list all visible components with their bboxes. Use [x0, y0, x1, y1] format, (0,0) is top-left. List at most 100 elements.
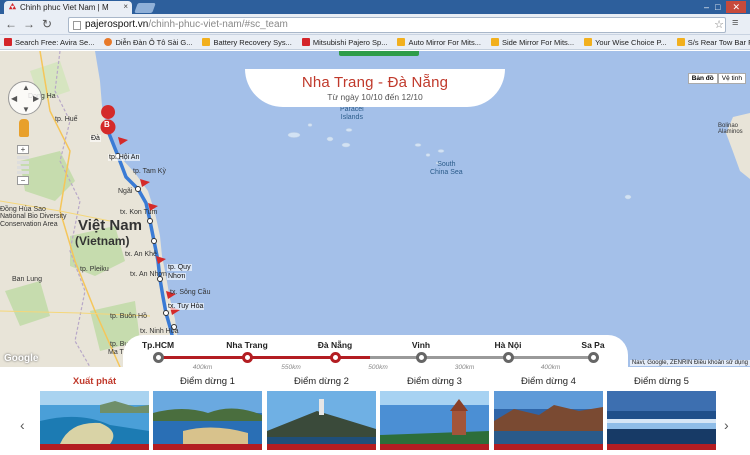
timeline-stop-dot[interactable]: [503, 352, 514, 363]
bookmark-item[interactable]: S/s Rear Tow Bar For...: [676, 38, 750, 47]
url-path: /chinh-phuc-viet-nam/#sc_team: [148, 19, 288, 30]
paracel-label: Paracel Islands: [340, 106, 364, 121]
route-waypoint[interactable]: [151, 238, 157, 244]
bookmark-item[interactable]: Diễn Đàn Ô Tô Sài G...: [104, 38, 192, 47]
zoom-in-button[interactable]: +: [17, 145, 29, 154]
reload-icon[interactable]: ↻: [40, 17, 54, 31]
bookmark-item[interactable]: Side Mirror For Mits...: [490, 37, 575, 47]
map-place-label: tp. Quy: [167, 264, 192, 271]
map-place-label: tx. Ninh Hòa: [140, 328, 179, 335]
map-place-label: tp. Huế: [55, 116, 78, 123]
back-arrow-icon[interactable]: ←: [4, 17, 18, 31]
stop-card[interactable]: Điểm dừng 5: [607, 375, 716, 450]
island-shape: [341, 142, 351, 148]
timeline-stop-dot[interactable]: [153, 352, 164, 363]
stop-card-footer: [607, 444, 716, 450]
new-tab-button[interactable]: [134, 3, 156, 13]
carousel-next-arrow-icon[interactable]: ›: [724, 417, 729, 433]
map-place-label: Đà: [90, 135, 101, 142]
timeline-stop-label[interactable]: Tp.HCM: [142, 340, 174, 350]
stop-card-photo: [494, 391, 603, 444]
island-shape: [425, 153, 431, 157]
avira-icon: [4, 38, 12, 46]
route-waypoint[interactable]: [135, 186, 141, 192]
google-logo: Google: [4, 353, 39, 364]
stop-card-photo: [607, 391, 716, 444]
forum-icon: [104, 38, 113, 46]
stop-card-title: Điểm dừng 5: [634, 376, 689, 387]
bookmark-item[interactable]: Your Wise Choice P...: [584, 38, 667, 47]
stop-card[interactable]: Điểm dừng 4: [494, 375, 603, 450]
date-range: Từ ngày 10/10 đến 12/10: [327, 92, 423, 102]
timeline-stop-label[interactable]: Đà Nẵng: [318, 340, 352, 350]
timeline-stop-label[interactable]: Nha Trang: [226, 340, 268, 350]
stop-card-footer: [153, 444, 262, 450]
country-label: Việt Nam: [78, 217, 142, 234]
pan-down-icon[interactable]: ▼: [22, 105, 30, 114]
bookmark-label: Battery Recovery Sys...: [213, 37, 292, 47]
map-place-label: tx. Tuy Hòa: [167, 303, 205, 310]
close-tab-icon[interactable]: ×: [123, 2, 128, 11]
zoom-control: + −: [17, 145, 29, 185]
pan-control[interactable]: ▲ ▼ ◀ ▶: [8, 81, 42, 115]
stop-card-footer: [267, 444, 376, 450]
map-type-satellite-button[interactable]: Vệ tinh: [717, 73, 746, 84]
timeline-stop-dot[interactable]: [588, 352, 599, 363]
bookmark-label: Diễn Đàn Ô Tô Sài G...: [115, 37, 193, 47]
stop-card[interactable]: Điểm dừng 2: [267, 375, 376, 450]
mitsubishi-icon: [301, 38, 310, 46]
route-waypoint[interactable]: [147, 218, 153, 224]
stop-card[interactable]: Xuất phát: [40, 375, 149, 450]
accent-bar: [339, 51, 419, 56]
address-bar[interactable]: pajerosport.vn/chinh-phuc-viet-nam/#sc_t…: [68, 17, 726, 33]
browser-toolbar: ← → ↻ pajerosport.vn/chinh-phuc-viet-nam…: [0, 14, 750, 35]
map-place-label: tp. Hội An: [108, 154, 141, 161]
timeline-stop-dot[interactable]: [242, 352, 253, 363]
pan-left-icon[interactable]: ◀: [11, 94, 17, 103]
map-place-label: tx. An Khê: [125, 251, 157, 258]
pan-up-icon[interactable]: ▲: [22, 83, 30, 92]
route-waypoint[interactable]: [163, 310, 169, 316]
carousel-prev-arrow-icon[interactable]: ‹: [20, 417, 25, 433]
stop-card[interactable]: Điểm dừng 1: [153, 375, 262, 450]
island-shape: [624, 194, 632, 200]
philippines-label: Bolinao Alaminos: [718, 123, 743, 135]
close-window-button[interactable]: ✕: [726, 0, 746, 13]
timeline-stop-label[interactable]: Vinh: [412, 340, 430, 350]
bookmark-item[interactable]: Battery Recovery Sys...: [202, 37, 292, 47]
stop-card[interactable]: Điểm dừng 3: [380, 375, 489, 450]
tab-strip: Chinh phuc Viet Nam | M × – □ ✕: [0, 0, 750, 14]
maximize-button[interactable]: □: [715, 2, 720, 12]
bookmark-item[interactable]: Mitsubishi Pajero Sp...: [301, 38, 387, 47]
tab-title: Chinh phuc Viet Nam | M: [20, 3, 109, 12]
map-attribution[interactable]: Navi, Google, ZENRIN Điều khoản sử dụng: [629, 360, 750, 366]
page-icon: [73, 21, 81, 30]
timeline-stop-label[interactable]: Hà Nội: [495, 340, 522, 350]
menu-icon[interactable]: ≡: [732, 17, 744, 29]
stop-card-title: Điểm dừng 2: [294, 376, 349, 387]
bookmark-item[interactable]: Search Free: Avira Se...: [4, 38, 94, 47]
island-shape: [437, 149, 445, 153]
island-shape: [414, 143, 422, 147]
map-place-label: tp. Tam Kỳ: [133, 168, 166, 175]
stop-card-photo: [267, 391, 376, 444]
window-controls: – □ ✕: [704, 0, 746, 13]
timeline-stop-dot[interactable]: [416, 352, 427, 363]
bookmark-item[interactable]: Auto Mirror For Mits...: [397, 38, 481, 47]
bookmark-star-icon[interactable]: ☆: [714, 18, 724, 31]
forward-arrow-icon[interactable]: →: [22, 17, 36, 31]
zoom-out-button[interactable]: −: [17, 176, 29, 185]
street-view-pegman-icon[interactable]: [19, 119, 29, 137]
marker-letter: B: [104, 120, 110, 129]
bookmark-label: Side Mirror For Mits...: [501, 37, 575, 47]
timeline-stop-dot[interactable]: [330, 352, 341, 363]
map-type-map-button[interactable]: Bản đồ: [687, 73, 718, 84]
ad-icon: [202, 38, 211, 46]
timeline-stop-label[interactable]: Sa Pa: [581, 340, 604, 350]
pan-right-icon[interactable]: ▶: [33, 94, 39, 103]
stop-card-photo: [380, 391, 489, 444]
minimize-button[interactable]: –: [704, 2, 709, 12]
island-shape: [307, 123, 313, 127]
title-card: Nha Trang - Đà Nẵng Từ ngày 10/10 đến 12…: [245, 69, 505, 107]
browser-tab[interactable]: Chinh phuc Viet Nam | M ×: [4, 1, 132, 14]
